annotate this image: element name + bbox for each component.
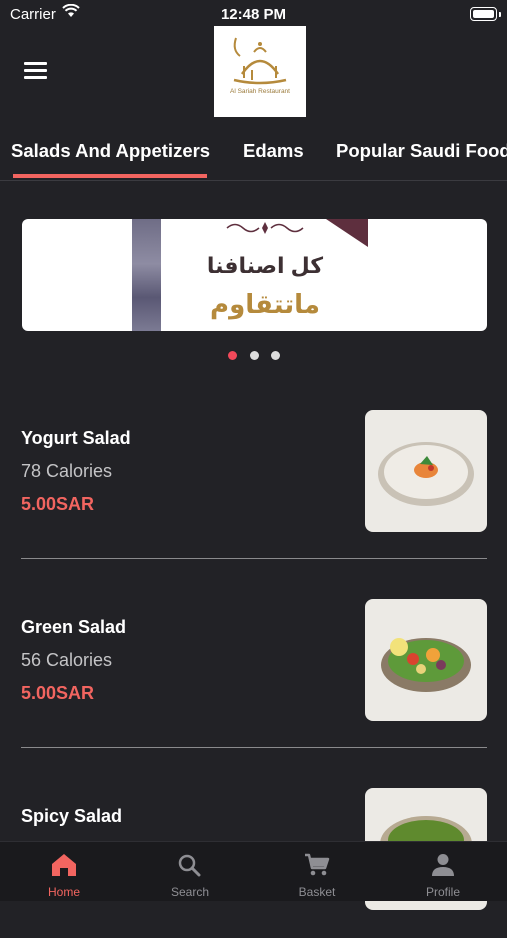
item-name: Spicy Salad [21,806,123,826]
tab-edams[interactable]: Edams [243,140,304,162]
item-calories: 56 Calories [21,650,113,670]
carousel-indicator [228,351,288,361]
item-price: 5.00SAR [21,683,95,703]
nav-label: Basket [298,885,336,899]
menu-item-yogurt-salad[interactable]: Yogurt Salad 78 Calories 5.00SAR [0,410,507,560]
active-tab-indicator [13,174,207,178]
battery-icon [470,7,501,21]
menu-icon[interactable] [24,62,47,80]
nav-label: Home [47,885,80,899]
banner-headline: كل اصنافنا [206,253,324,278]
nav-label: Search [170,885,210,899]
promo-banner[interactable]: كل اصنافنا ماتتقاوم [22,219,487,331]
restaurant-logo: Al Sariah Restaurant [214,26,306,117]
nav-home[interactable]: Home [1,842,127,901]
item-calories: 78 Calories [21,461,113,481]
home-icon [52,854,76,876]
clock: 12:48 PM [220,6,287,23]
banner-corner-decoration [326,219,368,247]
carousel-dot[interactable] [250,351,259,360]
nav-label: Profile [425,885,460,899]
green-salad-photo [365,599,487,721]
nav-profile[interactable]: Profile [380,842,506,901]
carousel-dot-active[interactable] [228,351,237,360]
nav-basket[interactable]: Basket [254,842,380,901]
tab-salads-and-appetizers[interactable]: Salads And Appetizers [11,140,210,162]
item-name: Yogurt Salad [21,428,131,448]
status-bar: Carrier 12:48 PM [0,0,507,28]
search-icon [178,854,201,877]
cart-icon [305,853,330,876]
logo-text: Al Sariah Restaurant [230,88,290,95]
ornament-icon [226,222,304,234]
menu-item-green-salad[interactable]: Green Salad 56 Calories 5.00SAR [0,599,507,749]
carousel-dot[interactable] [271,351,280,360]
logo-mark [233,37,287,85]
bottom-navigation: Home Search Basket Profile [0,841,507,901]
item-price: 5.00SAR [21,494,95,514]
item-divider [21,558,487,559]
tab-popular-saudi-food[interactable]: Popular Saudi Food [336,140,507,162]
item-name: Green Salad [21,617,127,637]
person-icon [432,854,454,876]
banner-tagline: ماتتقاوم [210,289,320,319]
item-divider [21,747,487,748]
nav-search[interactable]: Search [127,842,253,901]
yogurt-salad-photo [365,410,487,532]
banner-stone-pattern [132,219,161,331]
